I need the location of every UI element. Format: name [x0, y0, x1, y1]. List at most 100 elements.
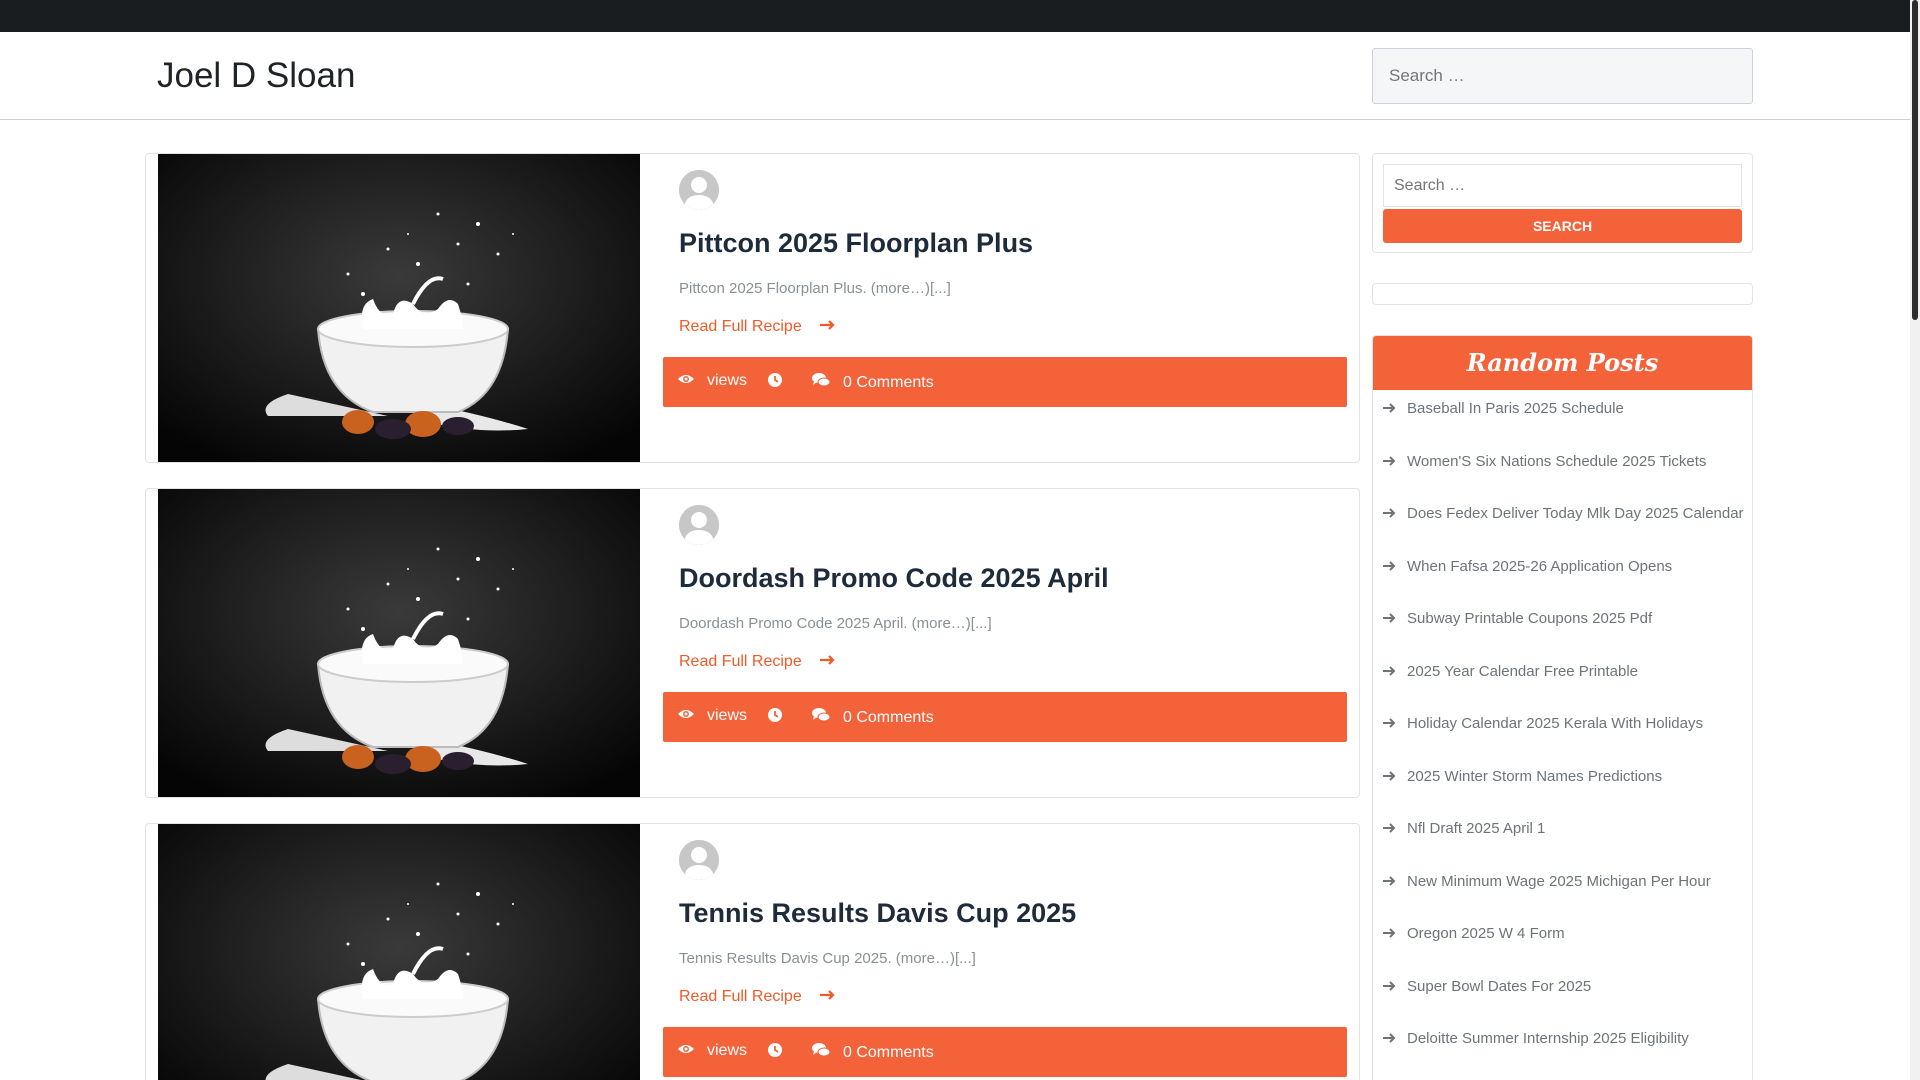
author-avatar[interactable]: [679, 170, 719, 210]
read-more-link[interactable]: Read Full Recipe: [679, 988, 836, 1006]
random-posts-title: Random Posts: [1373, 336, 1752, 390]
post-title[interactable]: Tennis Results Davis Cup 2025: [679, 898, 1076, 929]
post-thumbnail[interactable]: [158, 489, 640, 797]
arrow-right-icon: [1383, 453, 1397, 470]
arrow-right-icon: [1383, 663, 1397, 680]
random-post-label: Does Fedex Deliver Today Mlk Day 2025 Ca…: [1407, 505, 1744, 522]
random-post-label: 2025 Winter Storm Names Predictions: [1407, 767, 1663, 785]
random-post-item[interactable]: When Fafsa 2025-26 Application Opens: [1383, 558, 1672, 575]
random-post-item[interactable]: Nfl Draft 2025 April 1: [1383, 820, 1545, 837]
comments-count: 0 Comments: [843, 708, 934, 726]
post-meta-bar: views 0 Comments: [663, 692, 1347, 742]
header-search-input[interactable]: [1372, 48, 1753, 104]
views-meta: views: [677, 372, 747, 390]
scrollbar-thumb[interactable]: [1912, 0, 1918, 320]
arrow-right-icon: [1383, 1030, 1397, 1047]
arrow-right-icon: [1383, 715, 1397, 732]
comments-meta[interactable]: 0 Comments: [811, 1042, 934, 1063]
random-post-item[interactable]: Oregon 2025 W 4 Form: [1383, 925, 1565, 942]
read-more-link[interactable]: Read Full Recipe: [679, 653, 836, 671]
post-excerpt: Tennis Results Davis Cup 2025. (more…)[.…: [679, 950, 976, 967]
arrow-right-icon: [1383, 820, 1397, 837]
avatar-silhouette: [679, 505, 719, 545]
random-post-item[interactable]: Holiday Calendar 2025 Kerala With Holida…: [1383, 715, 1703, 732]
author-avatar[interactable]: [679, 840, 719, 880]
site-header: Joel D Sloan: [0, 32, 1910, 120]
post-thumbnail[interactable]: [158, 154, 640, 462]
views-meta: views: [677, 1042, 747, 1060]
arrow-right-icon: [1383, 925, 1397, 942]
comments-meta[interactable]: 0 Comments: [811, 372, 934, 393]
site-title[interactable]: Joel D Sloan: [157, 56, 355, 96]
post-meta-bar: views 0 Comments: [663, 1027, 1347, 1077]
random-post-label: Women'S Six Nations Schedule 2025 Ticket…: [1407, 452, 1707, 470]
post-title[interactable]: Pittcon 2025 Floorplan Plus: [679, 228, 1033, 259]
clock-icon: [767, 1042, 783, 1058]
arrow-right-icon: [1383, 610, 1397, 627]
views-label: views: [707, 372, 748, 389]
random-post-item[interactable]: Subway Printable Coupons 2025 Pdf: [1383, 610, 1652, 627]
eye-icon: [677, 707, 695, 725]
eye-icon: [677, 1042, 695, 1060]
arrow-right-icon: [1383, 768, 1397, 785]
milk-splash-image-art: [158, 489, 640, 797]
random-post-label: Subway Printable Coupons 2025 Pdf: [1407, 610, 1653, 627]
avatar-silhouette: [679, 170, 719, 210]
read-more-label: Read Full Recipe: [679, 318, 802, 335]
post-card: Tennis Results Davis Cup 2025 Tennis Res…: [145, 823, 1360, 1080]
avatar-silhouette: [679, 840, 719, 880]
random-post-label: Holiday Calendar 2025 Kerala With Holida…: [1407, 715, 1703, 732]
random-post-item[interactable]: Deloitte Summer Internship 2025 Eligibil…: [1383, 1030, 1689, 1047]
clock-icon: [767, 707, 783, 723]
random-posts-widget: Random Posts Baseball In Paris 2025 Sche…: [1372, 335, 1753, 1080]
milk-splash-image-art: [158, 824, 640, 1080]
arrow-right-icon: [1383, 873, 1397, 890]
random-post-item[interactable]: Super Bowl Dates For 2025: [1383, 978, 1591, 995]
random-post-label: Deloitte Summer Internship 2025 Eligibil…: [1407, 1030, 1689, 1047]
random-post-item[interactable]: 2025 Winter Storm Names Predictions: [1383, 768, 1662, 785]
comments-icon: [811, 372, 831, 393]
author-avatar[interactable]: [679, 505, 719, 545]
sidebar-empty-widget: [1372, 283, 1753, 305]
views-label: views: [707, 1042, 748, 1059]
random-post-label: Baseball In Paris 2025 Schedule: [1407, 400, 1624, 417]
arrow-right-icon: [819, 318, 836, 336]
post-thumbnail[interactable]: [158, 824, 640, 1080]
post-excerpt: Doordash Promo Code 2025 April. (more…)[…: [679, 615, 992, 632]
post-card: Pittcon 2025 Floorplan Plus Pittcon 2025…: [145, 153, 1360, 463]
post-meta-bar: views 0 Comments: [663, 357, 1347, 407]
comments-count: 0 Comments: [843, 1043, 934, 1061]
eye-icon: [677, 372, 695, 390]
random-post-label: Super Bowl Dates For 2025: [1407, 977, 1592, 995]
views-label: views: [707, 707, 748, 724]
clock-icon: [767, 372, 783, 388]
random-post-item[interactable]: Women'S Six Nations Schedule 2025 Ticket…: [1383, 453, 1706, 470]
random-post-item[interactable]: Does Fedex Deliver Today Mlk Day 2025 Ca…: [1383, 505, 1744, 522]
random-post-label: New Minimum Wage 2025 Michigan Per Hour: [1407, 872, 1711, 890]
arrow-right-icon: [819, 653, 836, 671]
sidebar-search-widget: SEARCH: [1372, 153, 1753, 253]
arrow-right-icon: [1383, 400, 1397, 417]
arrow-right-icon: [1383, 978, 1397, 995]
read-more-link[interactable]: Read Full Recipe: [679, 318, 836, 336]
top-bar: [0, 0, 1910, 32]
arrow-right-icon: [1383, 558, 1397, 575]
post-title[interactable]: Doordash Promo Code 2025 April: [679, 563, 1109, 594]
comments-icon: [811, 1042, 831, 1063]
random-post-item[interactable]: 2025 Year Calendar Free Printable: [1383, 663, 1638, 680]
views-meta: views: [677, 707, 747, 725]
random-post-label: When Fafsa 2025-26 Application Opens: [1407, 557, 1673, 575]
sidebar-search-button[interactable]: SEARCH: [1383, 209, 1742, 243]
read-more-label: Read Full Recipe: [679, 653, 802, 670]
milk-splash-image-art: [158, 154, 640, 462]
random-post-label: Nfl Draft 2025 April 1: [1407, 820, 1546, 837]
comments-icon: [811, 707, 831, 728]
comments-meta[interactable]: 0 Comments: [811, 707, 934, 728]
random-post-item[interactable]: Baseball In Paris 2025 Schedule: [1383, 400, 1624, 417]
arrow-right-icon: [819, 988, 836, 1006]
random-post-item[interactable]: New Minimum Wage 2025 Michigan Per Hour: [1383, 873, 1711, 890]
sidebar-search-input[interactable]: [1383, 164, 1742, 207]
post-excerpt: Pittcon 2025 Floorplan Plus. (more…)[...…: [679, 280, 951, 297]
comments-count: 0 Comments: [843, 373, 934, 391]
read-more-label: Read Full Recipe: [679, 988, 802, 1005]
